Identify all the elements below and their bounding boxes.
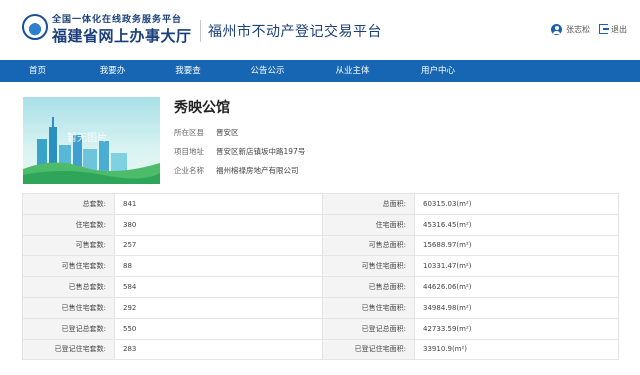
stat-label: 已登记总套数: [22, 317, 115, 340]
project-name: 秀映公馆 [174, 100, 230, 116]
stat-value: 34984.98(m²) [414, 296, 619, 319]
project-image-placeholder: 暂无图片 [23, 97, 160, 184]
nav-item-query[interactable]: 我要查 [150, 60, 226, 82]
address-value: 晋安区新店镇坂中路197号 [216, 147, 306, 156]
stat-label: 已售总套数: [22, 276, 115, 298]
district-label: 所在区县 [174, 128, 204, 137]
stat-value: 15688.97(m²) [414, 234, 619, 257]
stat-value: 42733.59(m²) [414, 317, 619, 340]
stat-value: 33910.9(m²) [414, 338, 619, 361]
government-emblem-icon [22, 14, 48, 40]
address-label: 项目地址 [174, 147, 204, 156]
stat-label: 已售总面积: [322, 276, 415, 298]
stat-label: 住宅套数: [22, 213, 115, 236]
nav-item-user-center[interactable]: 用户中心 [396, 60, 480, 82]
stat-value: 292 [114, 296, 323, 319]
user-name-link[interactable]: 张志松 [566, 24, 590, 35]
district-value: 晋安区 [216, 128, 239, 137]
stat-label: 住宅面积: [322, 213, 415, 236]
stat-value: 257 [114, 234, 323, 257]
stat-label: 已登记住宅套数: [22, 338, 115, 361]
nav-item-apply[interactable]: 我要办 [75, 60, 150, 82]
table-row: 已售住宅套数: 292 已售住宅面积: 34984.98(m²) [22, 296, 619, 319]
stat-value: 88 [114, 255, 323, 278]
logout-link[interactable]: 退出 [611, 24, 627, 35]
image-caption: 暂无图片 [67, 131, 107, 144]
stat-value: 45316.45(m²) [414, 213, 619, 236]
company-label: 企业名称 [174, 166, 204, 175]
platform-title: 福州市不动产登记交易平台 [208, 24, 382, 40]
table-row: 已售总套数: 584 已售总面积: 44626.06(m²) [22, 276, 619, 298]
stat-label: 总套数: [22, 193, 115, 215]
table-row: 总套数: 841 总面积: 60315.03(m²) [22, 193, 619, 215]
logo-subtitle: 全国一体化在线政务服务平台 [52, 15, 183, 25]
city-skyline-illustration: 暂无图片 [23, 117, 160, 184]
stat-label: 总面积: [322, 193, 415, 215]
stat-value: 841 [114, 193, 323, 215]
stat-value: 283 [114, 338, 323, 361]
main-nav: 首页 我要办 我要查 公告公示 从业主体 用户中心 [0, 60, 640, 82]
stat-label: 可售总面积: [322, 234, 415, 257]
table-row: 已登记住宅套数: 283 已登记住宅面积: 33910.9(m²) [22, 338, 619, 361]
site-header: 全国一体化在线政务服务平台 福建省网上办事大厅 福州市不动产登记交易平台 张志松… [0, 0, 640, 60]
stat-value: 584 [114, 276, 323, 298]
stat-value: 60315.03(m²) [414, 193, 619, 215]
stat-value: 550 [114, 317, 323, 340]
stat-label: 已登记住宅面积: [322, 338, 415, 361]
nav-item-practitioners[interactable]: 从业主体 [309, 60, 396, 82]
stat-label: 已售住宅套数: [22, 296, 115, 319]
stat-value: 10331.47(m²) [414, 255, 619, 278]
company-value: 福州榕禄房地产有限公司 [216, 166, 299, 175]
table-row: 住宅套数: 380 住宅面积: 45316.45(m²) [22, 213, 619, 236]
stat-value: 380 [114, 213, 323, 236]
user-icon[interactable] [551, 24, 562, 35]
table-row: 可售住宅套数: 88 可售住宅面积: 10331.47(m²) [22, 255, 619, 278]
stat-label: 可售套数: [22, 234, 115, 257]
logo-title[interactable]: 福建省网上办事大厅 [52, 25, 192, 46]
stat-value: 44626.06(m²) [414, 276, 619, 298]
header-divider [200, 20, 201, 42]
stat-label: 可售住宅面积: [322, 255, 415, 278]
logout-icon[interactable] [599, 24, 609, 34]
nav-item-home[interactable]: 首页 [0, 60, 75, 82]
nav-item-announcements[interactable]: 公告公示 [226, 60, 309, 82]
stat-label: 已售住宅面积: [322, 296, 415, 319]
stat-label: 可售住宅套数: [22, 255, 115, 278]
stat-label: 已登记总面积: [322, 317, 415, 340]
table-row: 可售套数: 257 可售总面积: 15688.97(m²) [22, 234, 619, 257]
project-stats-table: 总套数: 841 总面积: 60315.03(m²) 住宅套数: 380 住宅面… [22, 193, 619, 361]
table-row: 已登记总套数: 550 已登记总面积: 42733.59(m²) [22, 317, 619, 340]
